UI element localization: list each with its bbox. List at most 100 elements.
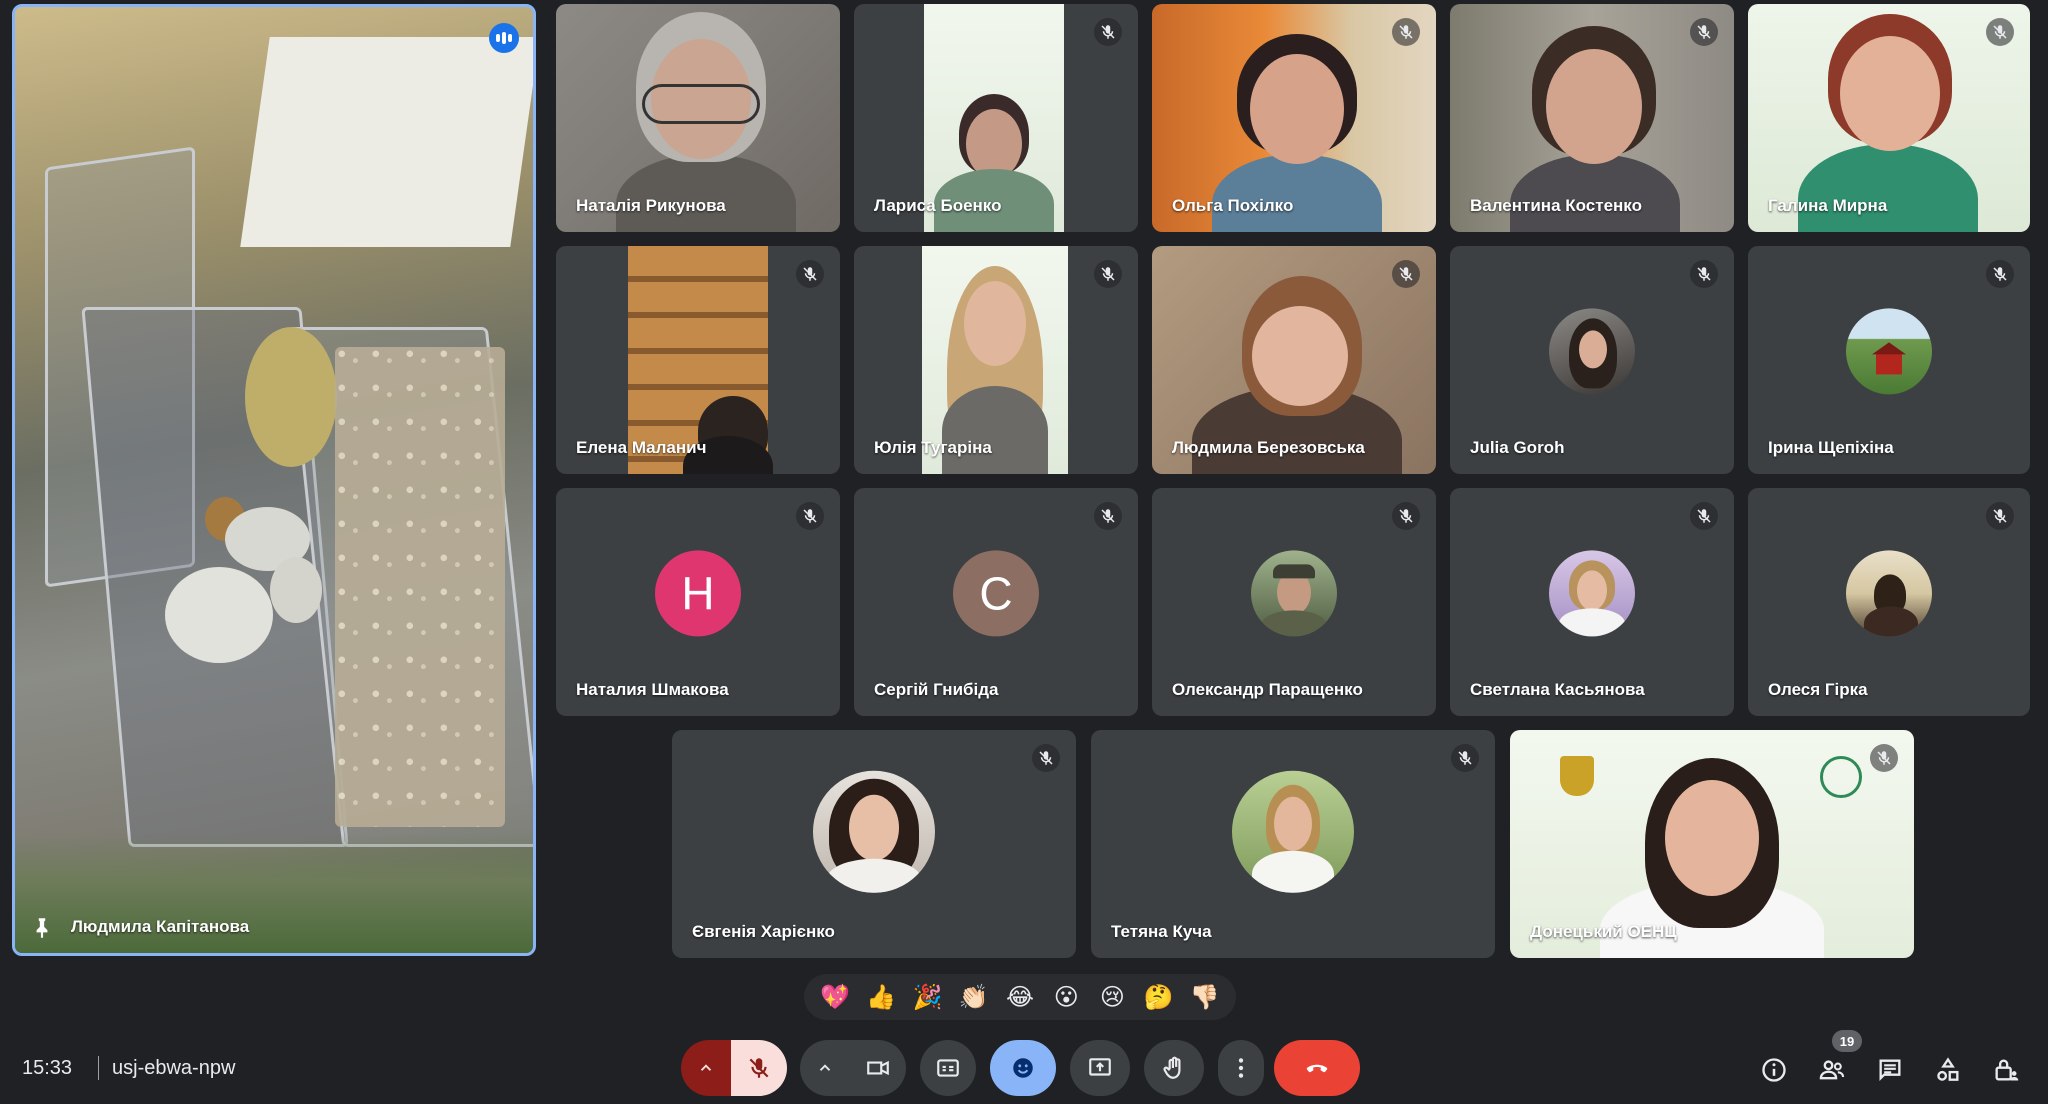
reaction-thumbs-down[interactable]: 👎🏻 (1185, 983, 1225, 1012)
participant-tile[interactable]: Людмила Березовська (1152, 246, 1436, 474)
audio-options-button[interactable] (681, 1040, 731, 1096)
emoji-reactions-button[interactable] (990, 1040, 1056, 1096)
participant-tile[interactable]: Наталія Рикунова (556, 4, 840, 232)
present-screen-button[interactable] (1070, 1040, 1130, 1096)
participant-tile[interactable]: С Сергій Гнибіда (854, 488, 1138, 716)
reaction-thinking[interactable]: 🤔 (1139, 983, 1179, 1012)
muted-icon (1451, 744, 1479, 772)
reaction-thumbs-up[interactable]: 👍 (861, 983, 901, 1012)
video-figure (1665, 780, 1759, 896)
muted-icon (1392, 260, 1420, 288)
activities-button[interactable] (1930, 1052, 1966, 1088)
glasses (642, 84, 760, 124)
participant-name: Наталія Рикунова (576, 196, 726, 215)
camera-button[interactable] (850, 1040, 906, 1096)
participant-tile[interactable]: Олександр Паращенко (1152, 488, 1436, 716)
reaction-heart[interactable]: 💖 (815, 983, 855, 1012)
gravel (335, 347, 505, 827)
leave-call-button[interactable] (1274, 1040, 1360, 1096)
participant-name: Олеся Гірка (1768, 680, 1868, 699)
avatar (813, 770, 935, 893)
participant-tile[interactable]: Тетяна Куча (1091, 730, 1495, 958)
participant-name: Ольга Похілко (1172, 196, 1294, 215)
host-controls-button[interactable] (1988, 1052, 2024, 1088)
participant-tile[interactable]: Олеся Гірка (1748, 488, 2030, 716)
avatar-initial: Н (655, 550, 741, 637)
avatar (1549, 308, 1635, 395)
muted-icon (1986, 502, 2014, 530)
muted-icon (1690, 260, 1718, 288)
muted-icon (1986, 260, 2014, 288)
participant-tile[interactable]: Валентина Костенко (1450, 4, 1734, 232)
avatar (1549, 550, 1635, 637)
muted-icon (1392, 18, 1420, 46)
raise-hand-button[interactable] (1144, 1040, 1204, 1096)
muted-icon (1690, 18, 1718, 46)
participant-tile[interactable]: Євгенія Харієнко (672, 730, 1076, 958)
camera-icon (867, 1060, 889, 1076)
captions-button[interactable] (920, 1040, 976, 1096)
participant-tile[interactable]: Julia Goroh (1450, 246, 1734, 474)
video-options-button[interactable] (800, 1040, 850, 1096)
participant-name: Валентина Костенко (1470, 196, 1642, 215)
stone (245, 327, 337, 467)
participant-tile[interactable]: Ольга Похілко (1152, 4, 1436, 232)
chevron-up-icon (819, 1064, 831, 1071)
more-vert-icon (1238, 1058, 1244, 1078)
avatar (1232, 770, 1354, 893)
participant-name: Ірина Щепіхіна (1768, 438, 1894, 457)
participant-tile[interactable]: Ірина Щепіхіна (1748, 246, 2030, 474)
participant-name: Людмила Капітанова (71, 917, 250, 936)
muted-icon (1094, 502, 1122, 530)
people-icon (1819, 1060, 1845, 1080)
avatar (1846, 308, 1932, 395)
participant-name: Тетяна Куча (1111, 922, 1212, 941)
meeting-details-button[interactable] (1756, 1052, 1792, 1088)
muted-icon (796, 260, 824, 288)
participant-tile[interactable]: Донецький ОЕНЦ (1510, 730, 1914, 958)
reaction-sad[interactable]: 😢 (1092, 983, 1132, 1012)
participant-name: Євгенія Харієнко (692, 922, 835, 941)
participant-tile[interactable]: Юлія Тугаріна (854, 246, 1138, 474)
participant-name: Галина Мирна (1768, 196, 1888, 215)
stone (270, 557, 322, 623)
speaking-indicator-icon (489, 23, 519, 53)
reaction-clap[interactable]: 👏🏻 (954, 983, 994, 1012)
more-options-button[interactable] (1218, 1040, 1264, 1096)
hand-icon (1163, 1056, 1181, 1079)
chat-icon (1879, 1059, 1901, 1081)
participant-tile[interactable]: Светлана Касьянова (1450, 488, 1734, 716)
video-figure (1798, 144, 1978, 232)
participant-name: Наталия Шмакова (576, 680, 729, 699)
reaction-party[interactable]: 🎉 (908, 983, 948, 1012)
meeting-code: usj-ebwa-npw (112, 1057, 236, 1079)
end-call-icon (1306, 1064, 1328, 1073)
reaction-laugh[interactable]: 😂 (1000, 983, 1040, 1012)
participant-tile[interactable]: Елена Маланич (556, 246, 840, 474)
muted-icon (1986, 18, 2014, 46)
pin-icon[interactable] (29, 915, 55, 941)
participant-tile[interactable]: Галина Мирна (1748, 4, 2030, 232)
microphone-button[interactable] (731, 1040, 787, 1096)
avatar-initial: С (953, 550, 1039, 637)
reactions-bar: 💖 👍 🎉 👏🏻 😂 😮 😢 🤔 👎🏻 (804, 974, 1236, 1020)
participant-count-badge: 19 (1832, 1030, 1862, 1052)
muted-icon (1690, 502, 1718, 530)
muted-icon (1870, 744, 1898, 772)
video-figure (616, 154, 796, 232)
activities-icon (1937, 1057, 1959, 1081)
chat-button[interactable] (1872, 1052, 1908, 1088)
video-figure (1546, 49, 1642, 164)
reaction-surprised[interactable]: 😮 (1046, 983, 1086, 1012)
participant-name: Людмила Березовська (1172, 438, 1365, 457)
featured-tile[interactable]: Людмила Капітанова (12, 4, 536, 956)
participant-name: Донецький ОЕНЦ (1530, 922, 1677, 941)
participant-tile[interactable]: Лариса Боенко (854, 4, 1138, 232)
chevron-up-icon (700, 1064, 712, 1071)
participant-name: Юлія Тугаріна (874, 438, 992, 457)
people-button[interactable]: 19 (1814, 1030, 1862, 1088)
participant-name: Сергій Гнибіда (874, 680, 999, 699)
clock: 15:33 (22, 1057, 73, 1079)
stone (165, 567, 273, 663)
participant-tile[interactable]: Н Наталия Шмакова (556, 488, 840, 716)
